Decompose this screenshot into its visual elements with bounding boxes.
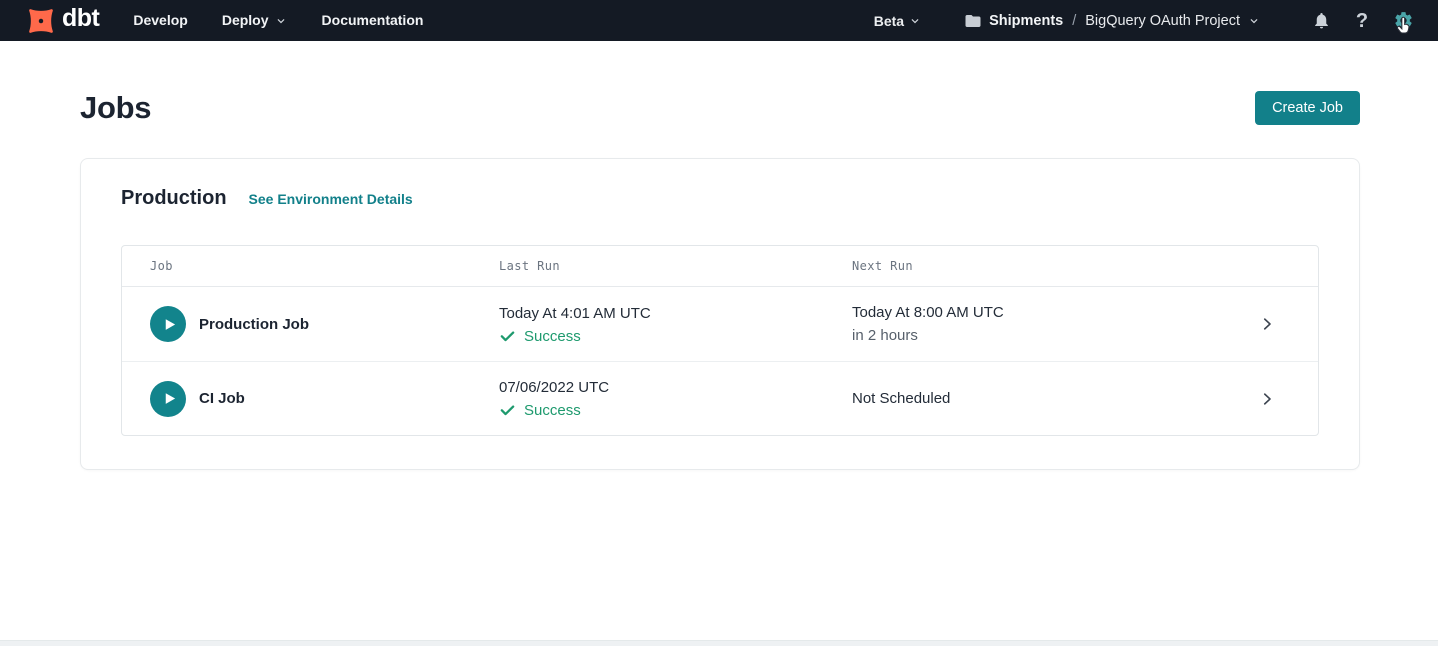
main-nav: Develop Deploy Documentation xyxy=(133,0,423,41)
beta-dropdown[interactable]: Beta xyxy=(874,13,922,29)
check-icon xyxy=(499,328,516,345)
table-row-ci-job[interactable]: CI Job 07/06/2022 UTC Success Not Schedu… xyxy=(122,361,1318,435)
last-run-time: Today At 4:01 AM UTC xyxy=(499,304,852,324)
job-name: Production Job xyxy=(199,316,309,333)
job-cell: Production Job xyxy=(122,306,499,342)
row-arrow[interactable] xyxy=(1258,315,1318,333)
table-header-row: Job Last Run Next Run xyxy=(122,246,1318,287)
chevron-down-icon xyxy=(274,14,288,28)
column-header-last-run: Last Run xyxy=(499,259,852,273)
project-name: BigQuery OAuth Project xyxy=(1085,13,1240,29)
page-bottom-strip xyxy=(0,640,1438,646)
last-run-cell: Today At 4:01 AM UTC Success xyxy=(499,304,852,345)
folder-icon xyxy=(964,12,982,30)
next-run-cell: Not Scheduled xyxy=(852,389,1258,409)
environment-title: Production xyxy=(121,187,227,210)
account-name: Shipments xyxy=(989,13,1063,29)
job-cell: CI Job xyxy=(122,381,499,417)
play-icon xyxy=(162,391,177,406)
check-icon xyxy=(499,402,516,419)
jobs-page: Jobs Create Job Production See Environme… xyxy=(0,41,1438,470)
dbt-logo-icon xyxy=(24,4,58,38)
chevron-right-icon xyxy=(1258,315,1276,333)
page-header: Jobs Create Job xyxy=(80,90,1360,126)
jobs-table: Job Last Run Next Run Production Job Tod… xyxy=(121,245,1319,436)
last-run-cell: 07/06/2022 UTC Success xyxy=(499,378,852,419)
column-header-job: Job xyxy=(122,259,499,273)
next-run-cell: Today At 8:00 AM UTC in 2 hours xyxy=(852,303,1258,346)
last-run-status: Success xyxy=(499,328,852,345)
top-navbar: dbt Develop Deploy Documentation Beta Sh… xyxy=(0,0,1438,41)
bell-icon xyxy=(1312,11,1331,30)
last-run-time: 07/06/2022 UTC xyxy=(499,378,852,398)
project-switcher[interactable]: Shipments / BigQuery OAuth Project xyxy=(964,12,1261,30)
navbar-right: Beta Shipments / BigQuery OAuth Project … xyxy=(874,8,1416,34)
breadcrumb-separator: / xyxy=(1070,13,1078,29)
nav-item-documentation[interactable]: Documentation xyxy=(322,0,424,41)
next-run-time: Not Scheduled xyxy=(852,389,1258,409)
gear-icon xyxy=(1393,10,1414,31)
settings-button[interactable] xyxy=(1390,8,1416,34)
run-job-button[interactable] xyxy=(150,306,186,342)
status-label: Success xyxy=(524,402,581,419)
chevron-right-icon xyxy=(1258,390,1276,408)
row-arrow[interactable] xyxy=(1258,390,1318,408)
beta-label: Beta xyxy=(874,13,904,29)
nav-item-deploy[interactable]: Deploy xyxy=(222,0,288,41)
table-row-production-job[interactable]: Production Job Today At 4:01 AM UTC Succ… xyxy=(122,287,1318,361)
help-button[interactable]: ? xyxy=(1349,8,1375,34)
chevron-down-icon xyxy=(1247,14,1261,28)
page-title: Jobs xyxy=(80,90,151,126)
play-icon xyxy=(162,317,177,332)
dbt-logo-text: dbt xyxy=(62,6,99,35)
nav-item-develop[interactable]: Develop xyxy=(133,0,187,41)
question-mark-icon: ? xyxy=(1356,11,1368,31)
nav-item-deploy-label: Deploy xyxy=(222,0,269,41)
column-header-next-run: Next Run xyxy=(852,259,1258,273)
dbt-logo[interactable]: dbt xyxy=(24,4,99,38)
run-job-button[interactable] xyxy=(150,381,186,417)
environment-header: Production See Environment Details xyxy=(121,187,1319,210)
see-environment-details-link[interactable]: See Environment Details xyxy=(249,191,413,207)
next-run-time: Today At 8:00 AM UTC xyxy=(852,303,1258,323)
production-environment-card: Production See Environment Details Job L… xyxy=(80,158,1360,470)
create-job-button[interactable]: Create Job xyxy=(1255,91,1360,125)
last-run-status: Success xyxy=(499,402,852,419)
notifications-button[interactable] xyxy=(1308,8,1334,34)
status-label: Success xyxy=(524,328,581,345)
chevron-down-icon xyxy=(908,14,922,28)
nav-item-develop-label: Develop xyxy=(133,0,187,41)
job-name: CI Job xyxy=(199,390,245,407)
next-run-relative: in 2 hours xyxy=(852,326,1258,346)
nav-item-documentation-label: Documentation xyxy=(322,0,424,41)
